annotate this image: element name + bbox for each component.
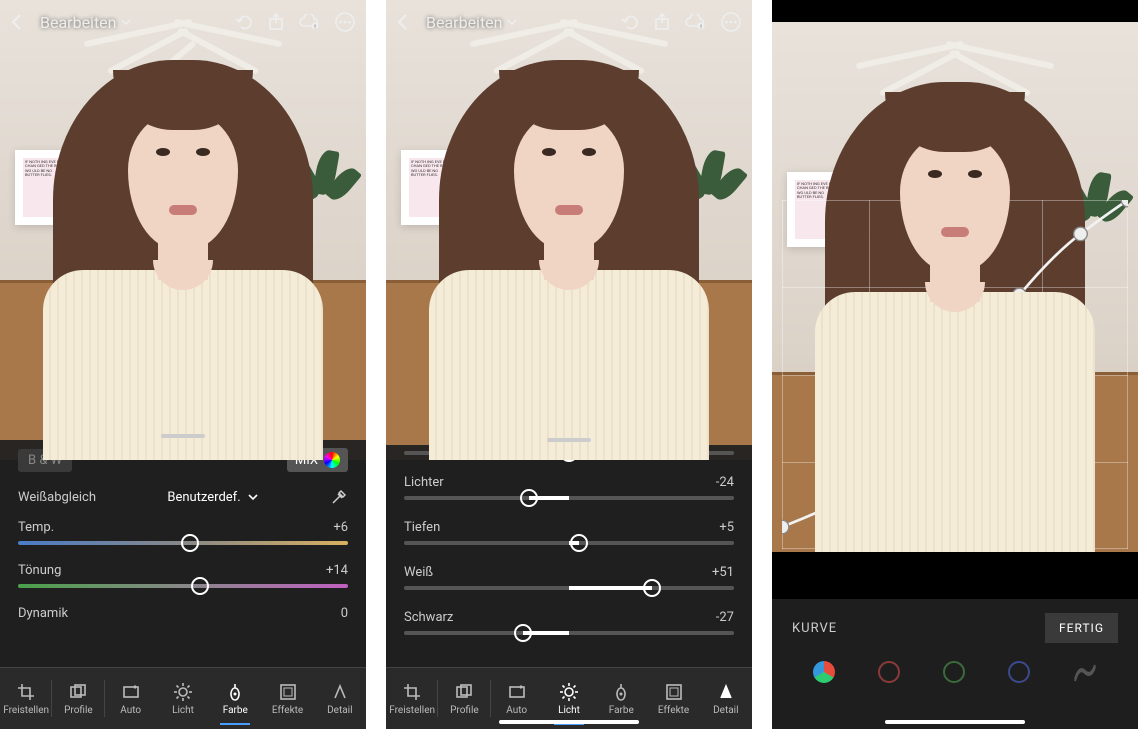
back-icon[interactable] <box>396 13 408 31</box>
whites-slider[interactable]: Weiß+51 <box>386 559 752 592</box>
channel-green[interactable] <box>943 661 965 683</box>
temp-slider[interactable]: Temp.+6 <box>0 514 366 547</box>
blacks-slider[interactable]: Schwarz-27 <box>386 604 752 637</box>
channel-parametric-icon[interactable] <box>1073 661 1097 683</box>
tab-effects[interactable]: Effekte <box>261 668 313 729</box>
cloud-sync-icon[interactable]: ! <box>684 14 706 30</box>
undo-icon[interactable] <box>234 14 254 30</box>
tab-detail[interactable]: Detail <box>314 668 366 729</box>
curve-label: KURVE <box>792 621 837 636</box>
whitebalance-label: Weißabgleich <box>18 490 96 505</box>
tab-crop[interactable]: Freistellen <box>0 668 52 729</box>
panel-drag-handle[interactable] <box>547 438 591 442</box>
curve-point[interactable] <box>782 520 789 534</box>
svg-text:!: ! <box>700 25 701 31</box>
channel-blue[interactable] <box>1008 661 1030 683</box>
top-toolbar: Bearbeiten ! <box>386 0 752 44</box>
svg-text:!: ! <box>314 25 315 31</box>
light-panel: Lichter-24 Tiefen+5 Weiß+51 Schwarz-27 F… <box>386 445 752 729</box>
tab-profiles[interactable]: Profile <box>438 668 490 729</box>
highlights-slider[interactable]: Lichter-24 <box>386 469 752 502</box>
channel-red[interactable] <box>878 661 900 683</box>
whitebalance-dropdown[interactable]: Benutzerdef. <box>167 490 258 505</box>
screen-curve-panel: IF NOTH ING EVE R CHAN GED THE RE WO ULD… <box>772 0 1138 729</box>
color-wheel-icon <box>324 452 340 468</box>
status-bar <box>772 0 1138 22</box>
photo-preview[interactable]: IF NOTH ING EVE R CHAN GED THE RE WO ULD… <box>0 0 366 460</box>
bottom-tab-bar: Freistellen Profile Auto Licht Farbe Eff… <box>0 667 366 729</box>
curve-point[interactable] <box>1074 227 1088 241</box>
tab-crop[interactable]: Freistellen <box>386 668 438 729</box>
cloud-sync-icon[interactable]: ! <box>298 14 320 30</box>
tab-auto[interactable]: Auto <box>105 668 157 729</box>
tab-profiles[interactable]: Profile <box>52 668 104 729</box>
more-icon[interactable] <box>334 11 356 33</box>
share-icon[interactable] <box>654 13 670 31</box>
shadows-slider[interactable]: Tiefen+5 <box>386 514 752 547</box>
top-toolbar: Bearbeiten ! <box>0 0 366 44</box>
vibrance-slider[interactable]: Dynamik0 <box>0 600 366 629</box>
photo-preview[interactable]: IF NOTH ING EVE R CHAN GED THE RE WO ULD… <box>386 0 752 460</box>
home-indicator[interactable] <box>499 720 639 724</box>
tint-slider[interactable]: Tönung+14 <box>0 557 366 590</box>
more-icon[interactable] <box>720 11 742 33</box>
page-title[interactable]: Bearbeiten <box>426 13 517 32</box>
panel-drag-handle[interactable] <box>161 434 205 438</box>
done-button[interactable]: FERTIG <box>1045 613 1118 643</box>
color-panel: B & W MIX Weißabgleich Benutzerdef. Temp… <box>0 440 366 729</box>
tab-color[interactable]: Farbe <box>209 668 261 729</box>
eyedropper-icon[interactable] <box>330 488 348 506</box>
undo-icon[interactable] <box>620 14 640 30</box>
back-icon[interactable] <box>10 13 22 31</box>
tab-detail[interactable]: Detail <box>700 668 752 729</box>
share-icon[interactable] <box>268 13 284 31</box>
tab-effects[interactable]: Effekte <box>647 668 699 729</box>
channel-rgb[interactable] <box>813 661 835 683</box>
home-indicator[interactable] <box>885 720 1025 724</box>
curve-bottom-panel: KURVE FERTIG <box>772 599 1138 729</box>
screen-light-panel: IF NOTH ING EVE R CHAN GED THE RE WO ULD… <box>386 0 752 729</box>
curve-point[interactable] <box>1121 200 1128 207</box>
page-title[interactable]: Bearbeiten <box>40 13 131 32</box>
letterbox-bottom <box>772 552 1138 600</box>
screen-color-panel: IF NOTH ING EVE R CHAN GED THE RE WO ULD… <box>0 0 366 729</box>
tab-light[interactable]: Licht <box>157 668 209 729</box>
